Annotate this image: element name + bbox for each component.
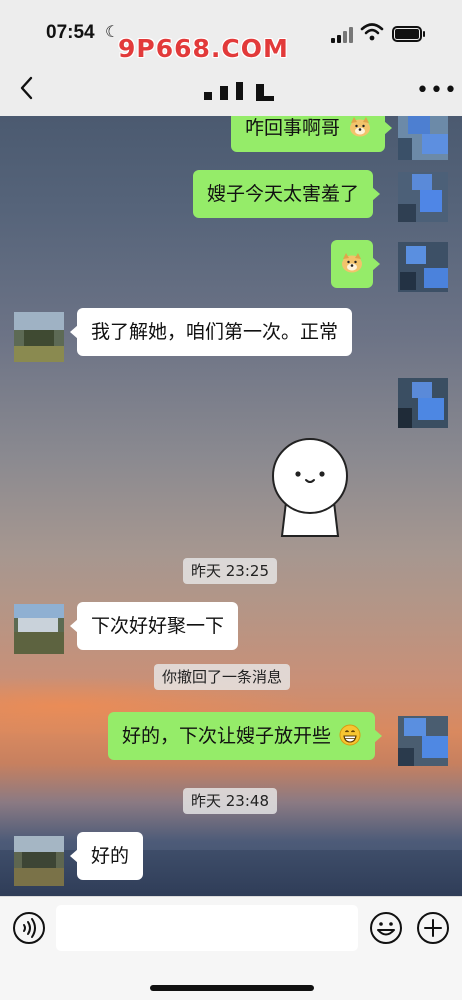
avatar[interactable] [14, 836, 64, 886]
message-bubble-incoming[interactable]: 我了解她，咱们第一次。正常 [69, 308, 353, 356]
more-dots-icon[interactable]: ••• [416, 78, 458, 103]
top-bar: 07:54 ☾ 9P668.COM ••• [0, 0, 462, 116]
message-text: 好的 [91, 845, 130, 867]
grinning-emoji [339, 724, 361, 746]
plus-icon[interactable] [416, 911, 450, 945]
avatar[interactable] [14, 604, 64, 654]
avatar[interactable] [398, 172, 448, 222]
message-input[interactable] [56, 905, 358, 951]
message-bubble-outgoing[interactable]: 咋回事啊哥 [231, 116, 393, 152]
avatar[interactable] [14, 312, 64, 362]
message-text: 嫂子今天太害羞了 [207, 183, 360, 205]
chat-title [200, 82, 280, 104]
timestamp: 昨天 23:48 [183, 788, 277, 814]
input-bar [0, 896, 462, 1000]
doge-emoji [350, 117, 371, 137]
battery-icon [392, 26, 425, 42]
status-time: 07:54 [46, 22, 95, 43]
message-text: 下次好好聚一下 [91, 615, 225, 637]
home-indicator [150, 985, 314, 991]
avatar[interactable] [398, 116, 448, 160]
avatar[interactable] [398, 378, 448, 428]
signal-icon [331, 27, 355, 43]
avatar[interactable] [398, 716, 448, 766]
watermark-text: 9P668.COM [118, 34, 289, 63]
system-notice: 你撤回了一条消息 [154, 664, 291, 690]
message-text: 咋回事啊哥 [245, 117, 341, 139]
avatar[interactable] [398, 242, 448, 292]
message-bubble-outgoing[interactable]: 好的，下次让嫂子放开些 [108, 712, 383, 760]
message-bubble-outgoing[interactable]: 嫂子今天太害羞了 [193, 170, 381, 218]
message-bubble-incoming[interactable]: 下次好好聚一下 [69, 602, 239, 650]
doge-emoji [342, 253, 362, 273]
emoji-icon[interactable] [369, 911, 403, 945]
message-bubble-incoming[interactable]: 好的 [69, 832, 144, 880]
voice-icon[interactable] [12, 911, 46, 945]
message-bubble-outgoing[interactable] [331, 240, 380, 288]
wifi-icon [360, 23, 384, 41]
chat-area[interactable]: 咋回事啊哥 嫂子今天太害羞了 我了解她，咱们第一次。正常 昨天 23:25 下次… [0, 116, 462, 896]
message-text: 我了解她，咱们第一次。正常 [91, 321, 339, 343]
message-text: 好的，下次让嫂子放开些 [122, 725, 332, 747]
chevron-left-icon[interactable] [14, 74, 42, 102]
smiling-blob-sticker[interactable] [268, 436, 352, 538]
timestamp: 昨天 23:25 [183, 558, 277, 584]
